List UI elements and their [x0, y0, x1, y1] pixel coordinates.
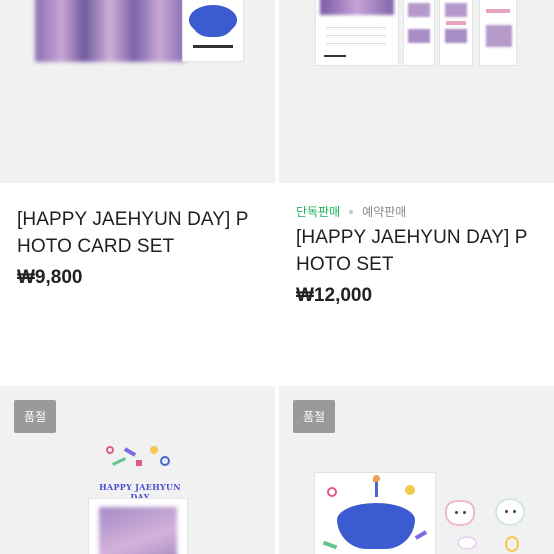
product-image[interactable]: 품절 HAPPY JAEHYUN DAY: [0, 386, 275, 554]
product-title[interactable]: [HAPPY JAEHYUN DAY] P HOTO CARD SET: [17, 206, 265, 260]
product-image[interactable]: [0, 0, 275, 183]
sticker-image: [445, 500, 475, 526]
pre-order-badge: 예약판매: [362, 205, 407, 219]
product-title-line: [HAPPY JAEHYUN DAY] P: [17, 209, 249, 230]
photo-print-image: [479, 0, 517, 66]
sold-out-badge: 품절: [14, 400, 57, 433]
exclusive-sale-badge: 단독판매: [296, 205, 341, 219]
product-title-line: HOTO SET: [296, 254, 394, 275]
separator-dot: [349, 210, 354, 214]
confetti-icon: [150, 446, 158, 454]
product-image[interactable]: [279, 0, 554, 183]
product-info: 단독판매 예약판매 [HAPPY JAEHYUN DAY] P HOTO SET…: [296, 204, 544, 307]
product-info: [HAPPY JAEHYUN DAY] P HOTO CARD SET ₩9,8…: [17, 206, 265, 289]
product-price: ₩12,000: [296, 285, 373, 306]
sticker-image: [495, 498, 525, 526]
product-image[interactable]: 품절: [279, 386, 554, 554]
photo-print-image: [403, 0, 435, 66]
product-title-line: [HAPPY JAEHYUN DAY] P: [296, 227, 528, 248]
confetti-icon: [106, 446, 114, 454]
confetti-icon: [112, 457, 126, 466]
sticker-image: [505, 536, 519, 552]
product-tags: 단독판매 예약판매: [296, 204, 544, 220]
confetti-icon: [160, 456, 170, 466]
cake-card-image: [314, 472, 436, 554]
product-title[interactable]: [HAPPY JAEHYUN DAY] P HOTO SET: [296, 224, 544, 278]
confetti-icon: [123, 447, 137, 457]
photo-print-image: [439, 0, 473, 66]
confetti-icon: [136, 460, 142, 466]
cake-card-image: [182, 0, 244, 62]
product-price: ₩9,800: [17, 267, 83, 288]
photocard-image: [35, 0, 185, 62]
sticker-image: [457, 536, 477, 550]
photocard-image: [88, 498, 188, 554]
postcard-image: [315, 0, 399, 66]
product-title-line: HOTO CARD SET: [17, 236, 175, 257]
sold-out-badge: 품절: [293, 400, 336, 433]
